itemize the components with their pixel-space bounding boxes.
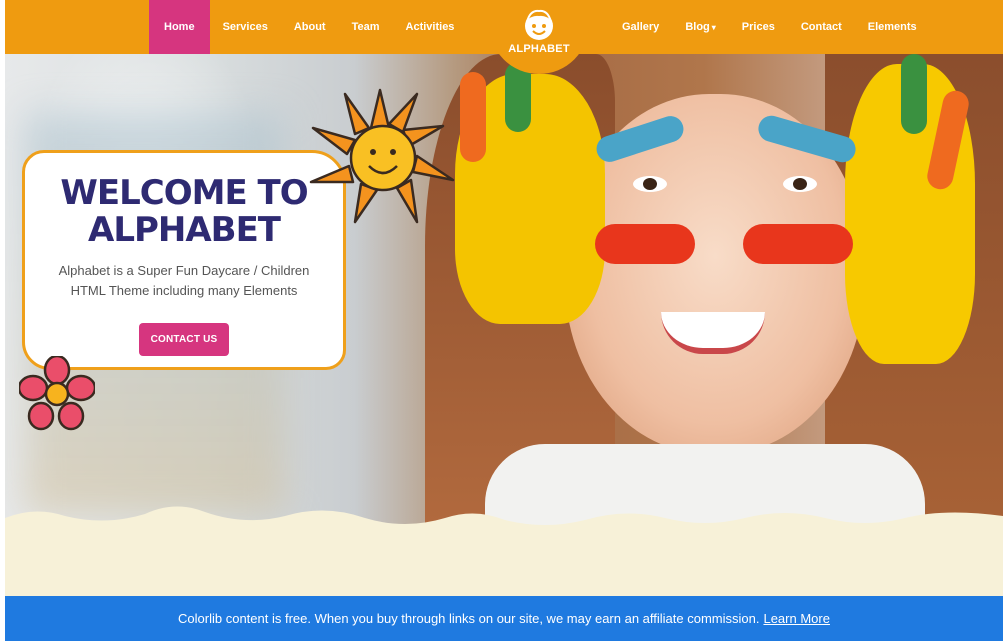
nav-blog-label: Blog	[685, 21, 710, 33]
cream-section	[5, 530, 1003, 596]
nav-right: Gallery Blog ▾ Prices Contact Elements	[609, 0, 930, 54]
nav-blog[interactable]: Blog ▾	[672, 0, 728, 54]
nav-team[interactable]: Team	[339, 0, 393, 54]
page-frame: › ❚❚ WELCOME TO ALPHABET Alphabet is a S…	[5, 0, 1003, 641]
flower-icon	[19, 356, 95, 431]
nav-contact[interactable]: Contact	[788, 0, 855, 54]
affiliate-text: Colorlib content is free. When you buy t…	[178, 611, 760, 626]
logo-text: ALPHABET	[508, 43, 570, 55]
hero-title: WELCOME TO ALPHABET	[60, 173, 308, 250]
nav-activities[interactable]: Activities	[393, 0, 468, 54]
nav-left: Home Services About Team Activities	[149, 0, 467, 54]
sun-icon	[309, 88, 455, 224]
nav-prices[interactable]: Prices	[729, 0, 788, 54]
learn-more-link[interactable]: Learn More	[763, 611, 829, 626]
nav-elements[interactable]: Elements	[855, 0, 930, 54]
chevron-down-icon: ▾	[711, 22, 716, 32]
affiliate-banner: Colorlib content is free. When you buy t…	[5, 596, 1003, 641]
contact-us-button[interactable]: CONTACT US	[138, 323, 230, 356]
nav-home[interactable]: Home	[149, 0, 210, 54]
nav-about[interactable]: About	[281, 0, 339, 54]
hero-description: Alphabet is a Super Fun Daycare / Childr…	[58, 263, 310, 298]
welcome-card: WELCOME TO ALPHABET Alphabet is a Super …	[22, 150, 346, 370]
kid-face-icon	[525, 9, 553, 40]
cloud-wave-divider	[5, 506, 1003, 536]
nav-gallery[interactable]: Gallery	[609, 0, 672, 54]
nav-services[interactable]: Services	[210, 0, 281, 54]
